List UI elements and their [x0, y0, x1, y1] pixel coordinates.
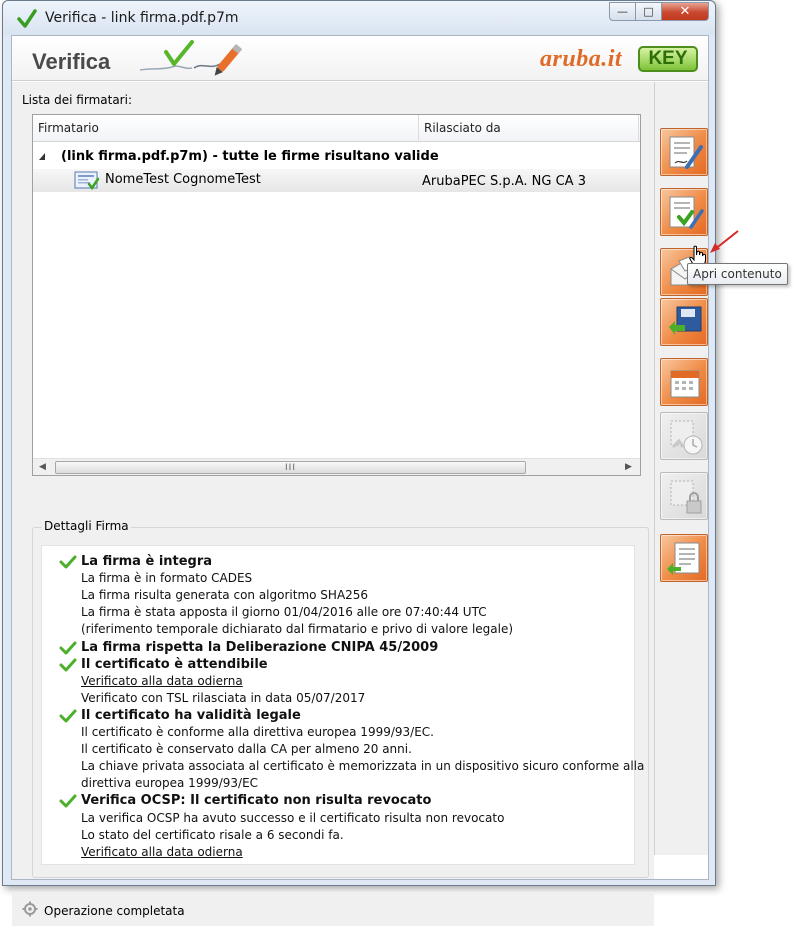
lock-icon — [670, 480, 702, 514]
detail-heading: Il certificato ha validità legale — [59, 708, 301, 723]
maximize-button[interactable]: □ — [636, 2, 662, 21]
signature-group-row[interactable]: (link firma.pdf.p7m) - tutte le firme ri… — [33, 148, 640, 168]
signature-pen-icon — [139, 40, 243, 76]
verify-button[interactable] — [660, 188, 708, 236]
key-logo: KEY — [638, 46, 698, 72]
green-check-icon — [59, 555, 77, 569]
detail-text: Lo stato del certificato risale a 6 seco… — [81, 827, 344, 842]
app-check-icon — [17, 9, 37, 28]
detail-heading: Il certificato è attendibile — [59, 657, 268, 672]
detail-text: La firma è in formato CADES — [81, 571, 253, 586]
list-header: Firmatario Rilasciato da — [33, 115, 640, 142]
scroll-left-icon[interactable]: ◀ — [39, 462, 46, 472]
detail-text: Verificato con TSL rilasciata in data 05… — [81, 690, 366, 705]
signers-list[interactable]: Firmatario Rilasciato da (link firma.pdf… — [32, 114, 641, 476]
detail-link[interactable]: Verificato alla data odierna — [81, 674, 243, 688]
gear-icon — [22, 901, 38, 917]
title-bar[interactable]: Verifica - link firma.pdf.p7m — □ ✕ — [3, 1, 715, 35]
action-toolbar — [654, 82, 708, 855]
detail-text: (riferimento temporale dichiarato dal fi… — [81, 622, 514, 637]
save-content-icon — [669, 306, 702, 335]
client-area: Verifica aruba.it KEY Lista dei firmatar… — [11, 35, 709, 926]
close-button[interactable]: ✕ — [662, 2, 709, 21]
signers-label: Lista dei firmatari: — [22, 93, 132, 107]
banner-title: Verifica — [32, 49, 111, 74]
detail-heading: Verifica OCSP: Il certificato non risult… — [59, 793, 431, 808]
detail-text: La firma risulta generata con algoritmo … — [81, 588, 369, 603]
minimize-button[interactable]: — — [609, 2, 636, 21]
aruba-logo: aruba.it — [540, 46, 623, 72]
details-content: La firma è integra La firma è in formato … — [41, 545, 644, 865]
collapse-triangle-icon[interactable] — [39, 153, 45, 160]
scroll-right-icon[interactable]: ▶ — [625, 462, 632, 472]
main-area: Lista dei firmatari: Firmatario Rilascia… — [12, 82, 654, 926]
detail-heading: La firma rispetta la Deliberazione CNIPA… — [59, 640, 438, 655]
details-label: Dettagli Firma — [42, 519, 131, 533]
column-separator[interactable] — [638, 115, 639, 142]
detail-text: Il certificato è conservato dalla CA per… — [81, 742, 412, 757]
detail-link[interactable]: Verificato alla data odierna — [81, 845, 243, 859]
timestamp-clock-icon — [670, 420, 703, 455]
timestamp-button[interactable] — [660, 358, 708, 406]
report-button[interactable] — [660, 534, 708, 582]
tooltip-open-content: Apri contenuto — [687, 263, 788, 285]
verifica-window: Verifica - link firma.pdf.p7m — □ ✕ Veri… — [2, 0, 716, 926]
verify-timestamp-button[interactable] — [660, 412, 708, 460]
sign-button[interactable] — [660, 128, 708, 176]
red-pointer-arrow-icon — [710, 230, 739, 253]
header-banner: Verifica aruba.it KEY — [12, 36, 708, 81]
table-row[interactable]: NomeTest CognomeTest ArubaPEC S.p.A. NG … — [33, 169, 640, 192]
status-bar: Operazione completata — [12, 892, 654, 926]
detail-text: La chiave privata associata al certifica… — [81, 759, 645, 774]
column-separator[interactable] — [418, 115, 419, 142]
detail-text: La firma è stata apposta il giorno 01/04… — [81, 605, 487, 620]
green-check-icon — [59, 658, 77, 672]
horizontal-scrollbar[interactable]: ◀ III ▶ — [33, 458, 640, 475]
detail-text: Il certificato è conforme alla direttiva… — [81, 725, 434, 739]
maximize-icon: □ — [643, 5, 654, 18]
certificate-icon — [74, 171, 100, 191]
close-icon: ✕ — [679, 4, 691, 19]
save-content-button[interactable] — [660, 298, 708, 346]
group-text: (link firma.pdf.p7m) - tutte le firme ri… — [61, 149, 439, 164]
column-header-firmatario[interactable]: Firmatario — [38, 121, 99, 135]
window-title: Verifica - link firma.pdf.p7m — [45, 10, 239, 26]
detail-heading: La firma è integra — [59, 554, 212, 569]
grip-icon: III — [285, 462, 296, 473]
scrollbar-thumb[interactable]: III — [55, 461, 526, 474]
signer-name: NomeTest CognomeTest — [105, 172, 261, 187]
detail-text: La verifica OCSP ha avuto successo e il … — [81, 810, 505, 825]
encrypt-button[interactable] — [660, 472, 708, 520]
column-header-rilasciato[interactable]: Rilasciato da — [424, 121, 501, 135]
green-check-icon — [59, 794, 77, 808]
detail-text: direttiva europea 1999/93/EC — [81, 776, 259, 791]
report-document-icon — [667, 542, 700, 575]
signer-issuer: ArubaPEC S.p.A. NG CA 3 — [422, 174, 586, 189]
status-text: Operazione completata — [44, 904, 185, 918]
green-check-icon — [59, 641, 77, 654]
calendar-icon — [670, 370, 700, 398]
green-check-icon — [59, 709, 77, 723]
verify-document-icon — [669, 196, 704, 229]
minimize-icon: — — [617, 5, 628, 18]
sign-document-icon — [669, 136, 703, 169]
